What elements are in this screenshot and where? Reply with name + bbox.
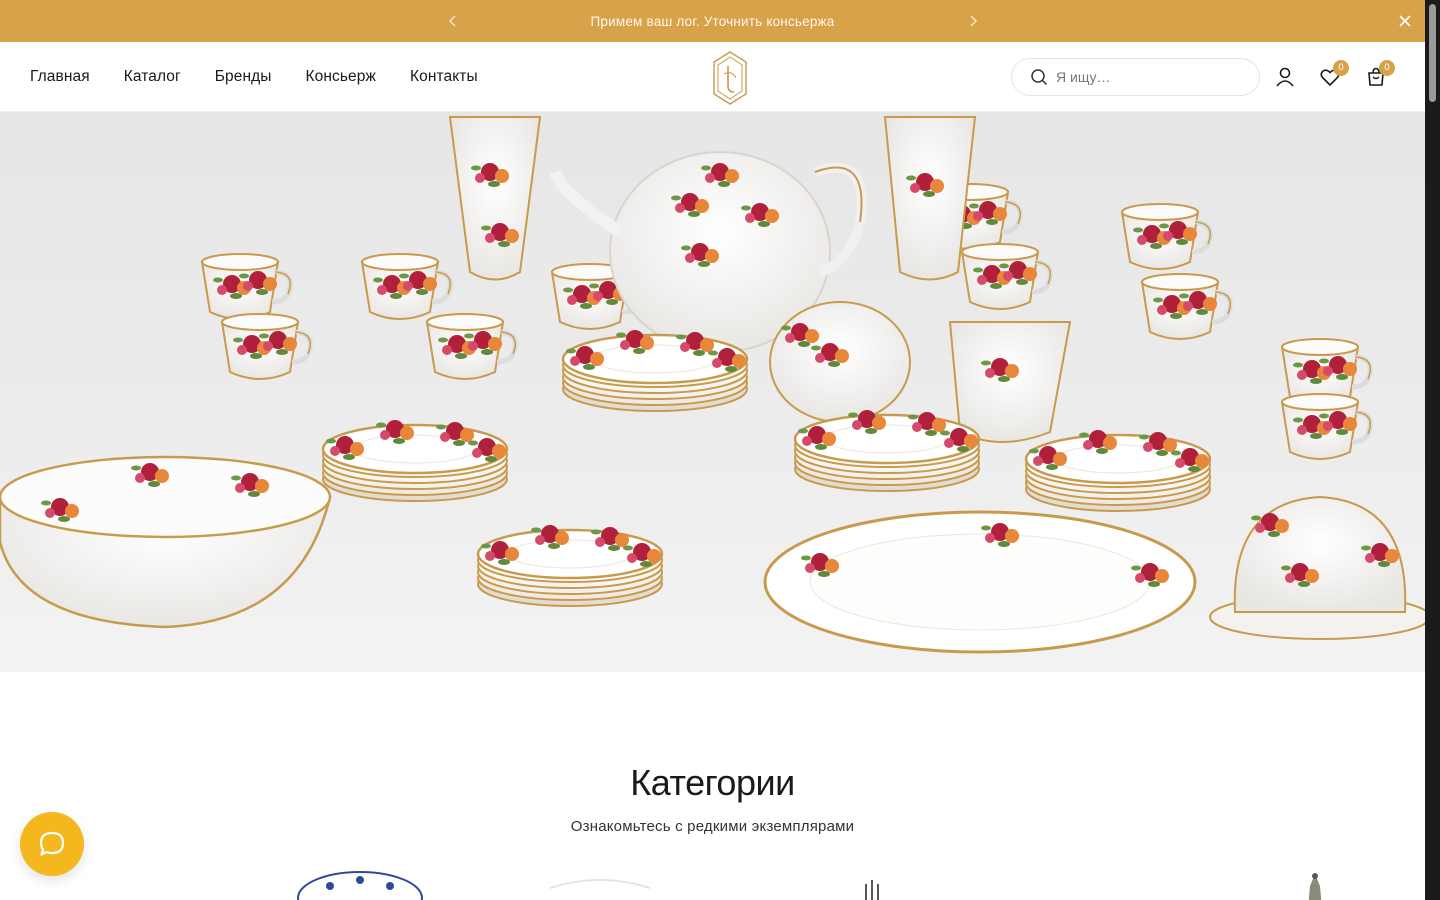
categories-title: Категории (630, 762, 795, 803)
logo-emblem-icon (713, 51, 747, 105)
categories-section: Категории Ознакомьтесь с редкими экземпл… (0, 672, 1425, 900)
page: Примем ваш лог. Уточнить консьержа Главн… (0, 0, 1425, 900)
nav-item-home[interactable]: Главная (30, 68, 90, 86)
category-figurine-image[interactable] (1300, 870, 1330, 900)
page-scrollbar[interactable] (1425, 0, 1440, 900)
nav-item-catalog[interactable]: Каталог (124, 68, 181, 86)
cart-count-badge: 0 (1379, 60, 1395, 76)
site-header: Главная Каталог Бренды Консьерж Контакты… (0, 42, 1425, 112)
announcement-text[interactable]: Примем ваш лог. Уточнить консьержа (591, 14, 835, 29)
announcement-prev-button[interactable] (444, 12, 462, 30)
close-icon (1399, 15, 1411, 27)
categories-subtitle: Ознакомьтесь с редкими экземплярами (570, 818, 855, 835)
logo[interactable] (712, 50, 748, 106)
chevron-right-icon (970, 15, 977, 27)
search-box[interactable] (1011, 58, 1260, 96)
chat-button[interactable] (20, 812, 84, 876)
category-cutlery-image[interactable] (858, 878, 898, 900)
search-icon (1031, 69, 1048, 86)
user-icon (1276, 67, 1294, 87)
category-glass-image[interactable] (540, 868, 660, 900)
category-thumbnails (0, 868, 1425, 900)
hero-banner[interactable] (0, 112, 1425, 672)
chevron-left-icon (449, 15, 456, 27)
nav-item-contacts[interactable]: Контакты (410, 68, 478, 86)
wishlist-button[interactable]: 0 (1319, 60, 1349, 88)
account-button[interactable] (1274, 66, 1296, 88)
category-plate-image[interactable] (290, 868, 430, 900)
wishlist-count-badge: 0 (1333, 60, 1349, 76)
chat-bubble-icon (39, 831, 65, 856)
hero-porcelain-image (0, 116, 1425, 654)
cart-button[interactable]: 0 (1365, 60, 1395, 88)
nav-item-concierge[interactable]: Консьерж (306, 68, 376, 86)
search-input[interactable] (1056, 69, 1236, 85)
announcement-next-button[interactable] (964, 12, 982, 30)
nav-item-brands[interactable]: Бренды (215, 68, 272, 86)
main-nav: Главная Каталог Бренды Консьерж Контакты (30, 68, 512, 86)
announcement-close-button[interactable] (1395, 11, 1415, 31)
announcement-bar: Примем ваш лог. Уточнить консьержа (0, 0, 1425, 42)
scrollbar-thumb[interactable] (1429, 4, 1436, 102)
